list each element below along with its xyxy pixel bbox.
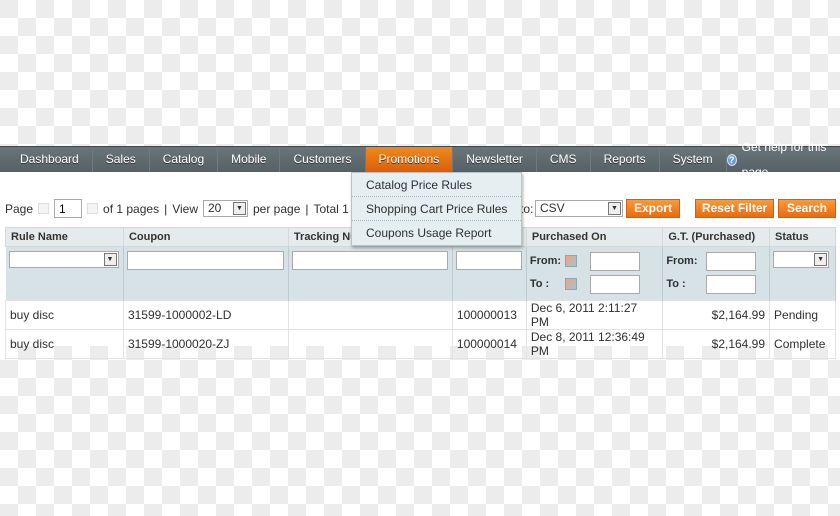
menu-catalog-price-rules[interactable]: Catalog Price Rules bbox=[352, 173, 521, 197]
cell-gt: $2,164.99 bbox=[662, 300, 771, 330]
nav-newsletter[interactable]: Newsletter bbox=[453, 147, 537, 172]
per-page-label: per page bbox=[253, 201, 301, 216]
table-row[interactable]: buy disc 31599-1000020-ZJ 100000014 Dec … bbox=[5, 329, 836, 359]
export-format-value: CSV bbox=[540, 201, 565, 215]
nav-dashboard[interactable]: Dashboard bbox=[0, 147, 93, 172]
page-input[interactable] bbox=[54, 199, 83, 218]
cell-tracking bbox=[287, 329, 453, 359]
col-gt-purchased[interactable]: G.T. (Purchased) bbox=[662, 227, 771, 247]
total-count: Total 1 bbox=[313, 201, 349, 216]
pager: Page of 1 pages | View 20 ▼ per page | To… bbox=[5, 199, 349, 218]
chevron-down-icon: ▼ bbox=[608, 202, 621, 215]
gt-from-input[interactable] bbox=[706, 251, 757, 271]
tracking-filter[interactable] bbox=[291, 251, 448, 270]
export-to-label: to: bbox=[520, 202, 534, 216]
nav-reports[interactable]: Reports bbox=[591, 147, 660, 172]
purchased-to-input[interactable] bbox=[589, 274, 640, 294]
cell-purchased-on: Dec 6, 2011 2:11:27 PM bbox=[525, 300, 664, 330]
nav-system[interactable]: System bbox=[660, 147, 727, 172]
promotions-menu: Catalog Price Rules Shopping Cart Price … bbox=[351, 172, 522, 246]
from-label: From: bbox=[666, 255, 698, 267]
purchased-from-input[interactable] bbox=[589, 251, 640, 271]
menu-shopping-cart-price-rules[interactable]: Shopping Cart Price Rules bbox=[352, 197, 521, 221]
col-rule-name[interactable]: Rule Name bbox=[5, 227, 124, 247]
calendar-icon[interactable] bbox=[564, 278, 577, 290]
gt-to-input[interactable] bbox=[706, 274, 757, 294]
cell-rule-name: buy disc bbox=[5, 329, 124, 359]
coupon-filter[interactable] bbox=[126, 251, 284, 270]
separator: | bbox=[164, 201, 168, 216]
separator: | bbox=[305, 201, 309, 216]
of-pages: of 1 pages bbox=[103, 201, 160, 216]
table-row[interactable]: buy disc 31599-1000002-LD 100000013 Dec … bbox=[5, 300, 836, 330]
cell-coupon: 31599-1000002-LD bbox=[122, 300, 289, 330]
help-icon: ? bbox=[726, 153, 737, 166]
cell-order: 100000014 bbox=[451, 329, 527, 359]
view-label: View bbox=[172, 201, 198, 216]
cell-purchased-on: Dec 8, 2011 12:36:49 PM bbox=[525, 329, 664, 359]
cell-status: Complete bbox=[769, 329, 836, 359]
from-label: From: bbox=[529, 255, 562, 267]
page-label: Page bbox=[5, 201, 34, 216]
cell-order: 100000013 bbox=[451, 300, 527, 330]
prev-page-icon[interactable] bbox=[38, 203, 50, 214]
coupons-grid: Rule Name Coupon Tracking Nu Purchased O… bbox=[5, 227, 836, 359]
calendar-icon[interactable] bbox=[564, 255, 577, 267]
nav-promotions[interactable]: Promotions bbox=[365, 147, 454, 172]
help-link[interactable]: ? Get help for this page bbox=[726, 140, 840, 179]
nav-catalog[interactable]: Catalog bbox=[150, 147, 219, 172]
nav-customers[interactable]: Customers bbox=[280, 147, 366, 172]
cell-gt: $2,164.99 bbox=[662, 329, 771, 359]
cell-status: Pending bbox=[769, 300, 836, 330]
rule-name-filter[interactable]: ▼ bbox=[8, 251, 119, 268]
per-page-value: 20 bbox=[208, 201, 222, 215]
col-purchased-on[interactable]: Purchased On bbox=[525, 227, 664, 247]
chevron-down-icon: ▼ bbox=[814, 253, 828, 266]
order-filter[interactable] bbox=[455, 251, 522, 270]
main-nav: Dashboard Sales Catalog Mobile Customers… bbox=[0, 140, 840, 179]
help-label: Get help for this page bbox=[741, 139, 827, 179]
cell-tracking bbox=[287, 300, 453, 330]
next-page-icon[interactable] bbox=[87, 203, 99, 214]
col-status[interactable]: Status bbox=[769, 227, 836, 247]
status-filter[interactable]: ▼ bbox=[773, 251, 830, 268]
to-label: To : bbox=[666, 278, 686, 290]
per-page-select[interactable]: 20 ▼ bbox=[203, 200, 248, 217]
export-button[interactable]: Export bbox=[626, 199, 680, 218]
export-format-select[interactable]: CSV ▼ bbox=[535, 200, 623, 217]
cell-rule-name: buy disc bbox=[5, 300, 124, 330]
to-label: To : bbox=[529, 278, 550, 290]
chevron-down-icon: ▼ bbox=[103, 253, 117, 266]
chevron-down-icon: ▼ bbox=[233, 202, 246, 215]
search-button[interactable]: Search bbox=[778, 199, 836, 218]
nav-sales[interactable]: Sales bbox=[93, 147, 150, 172]
nav-mobile[interactable]: Mobile bbox=[218, 147, 281, 172]
menu-coupons-usage-report[interactable]: Coupons Usage Report bbox=[352, 221, 521, 245]
col-coupon[interactable]: Coupon bbox=[122, 227, 289, 247]
reset-filter-button[interactable]: Reset Filter bbox=[695, 199, 774, 218]
cell-coupon: 31599-1000020-ZJ bbox=[122, 329, 289, 359]
nav-cms[interactable]: CMS bbox=[537, 147, 591, 172]
